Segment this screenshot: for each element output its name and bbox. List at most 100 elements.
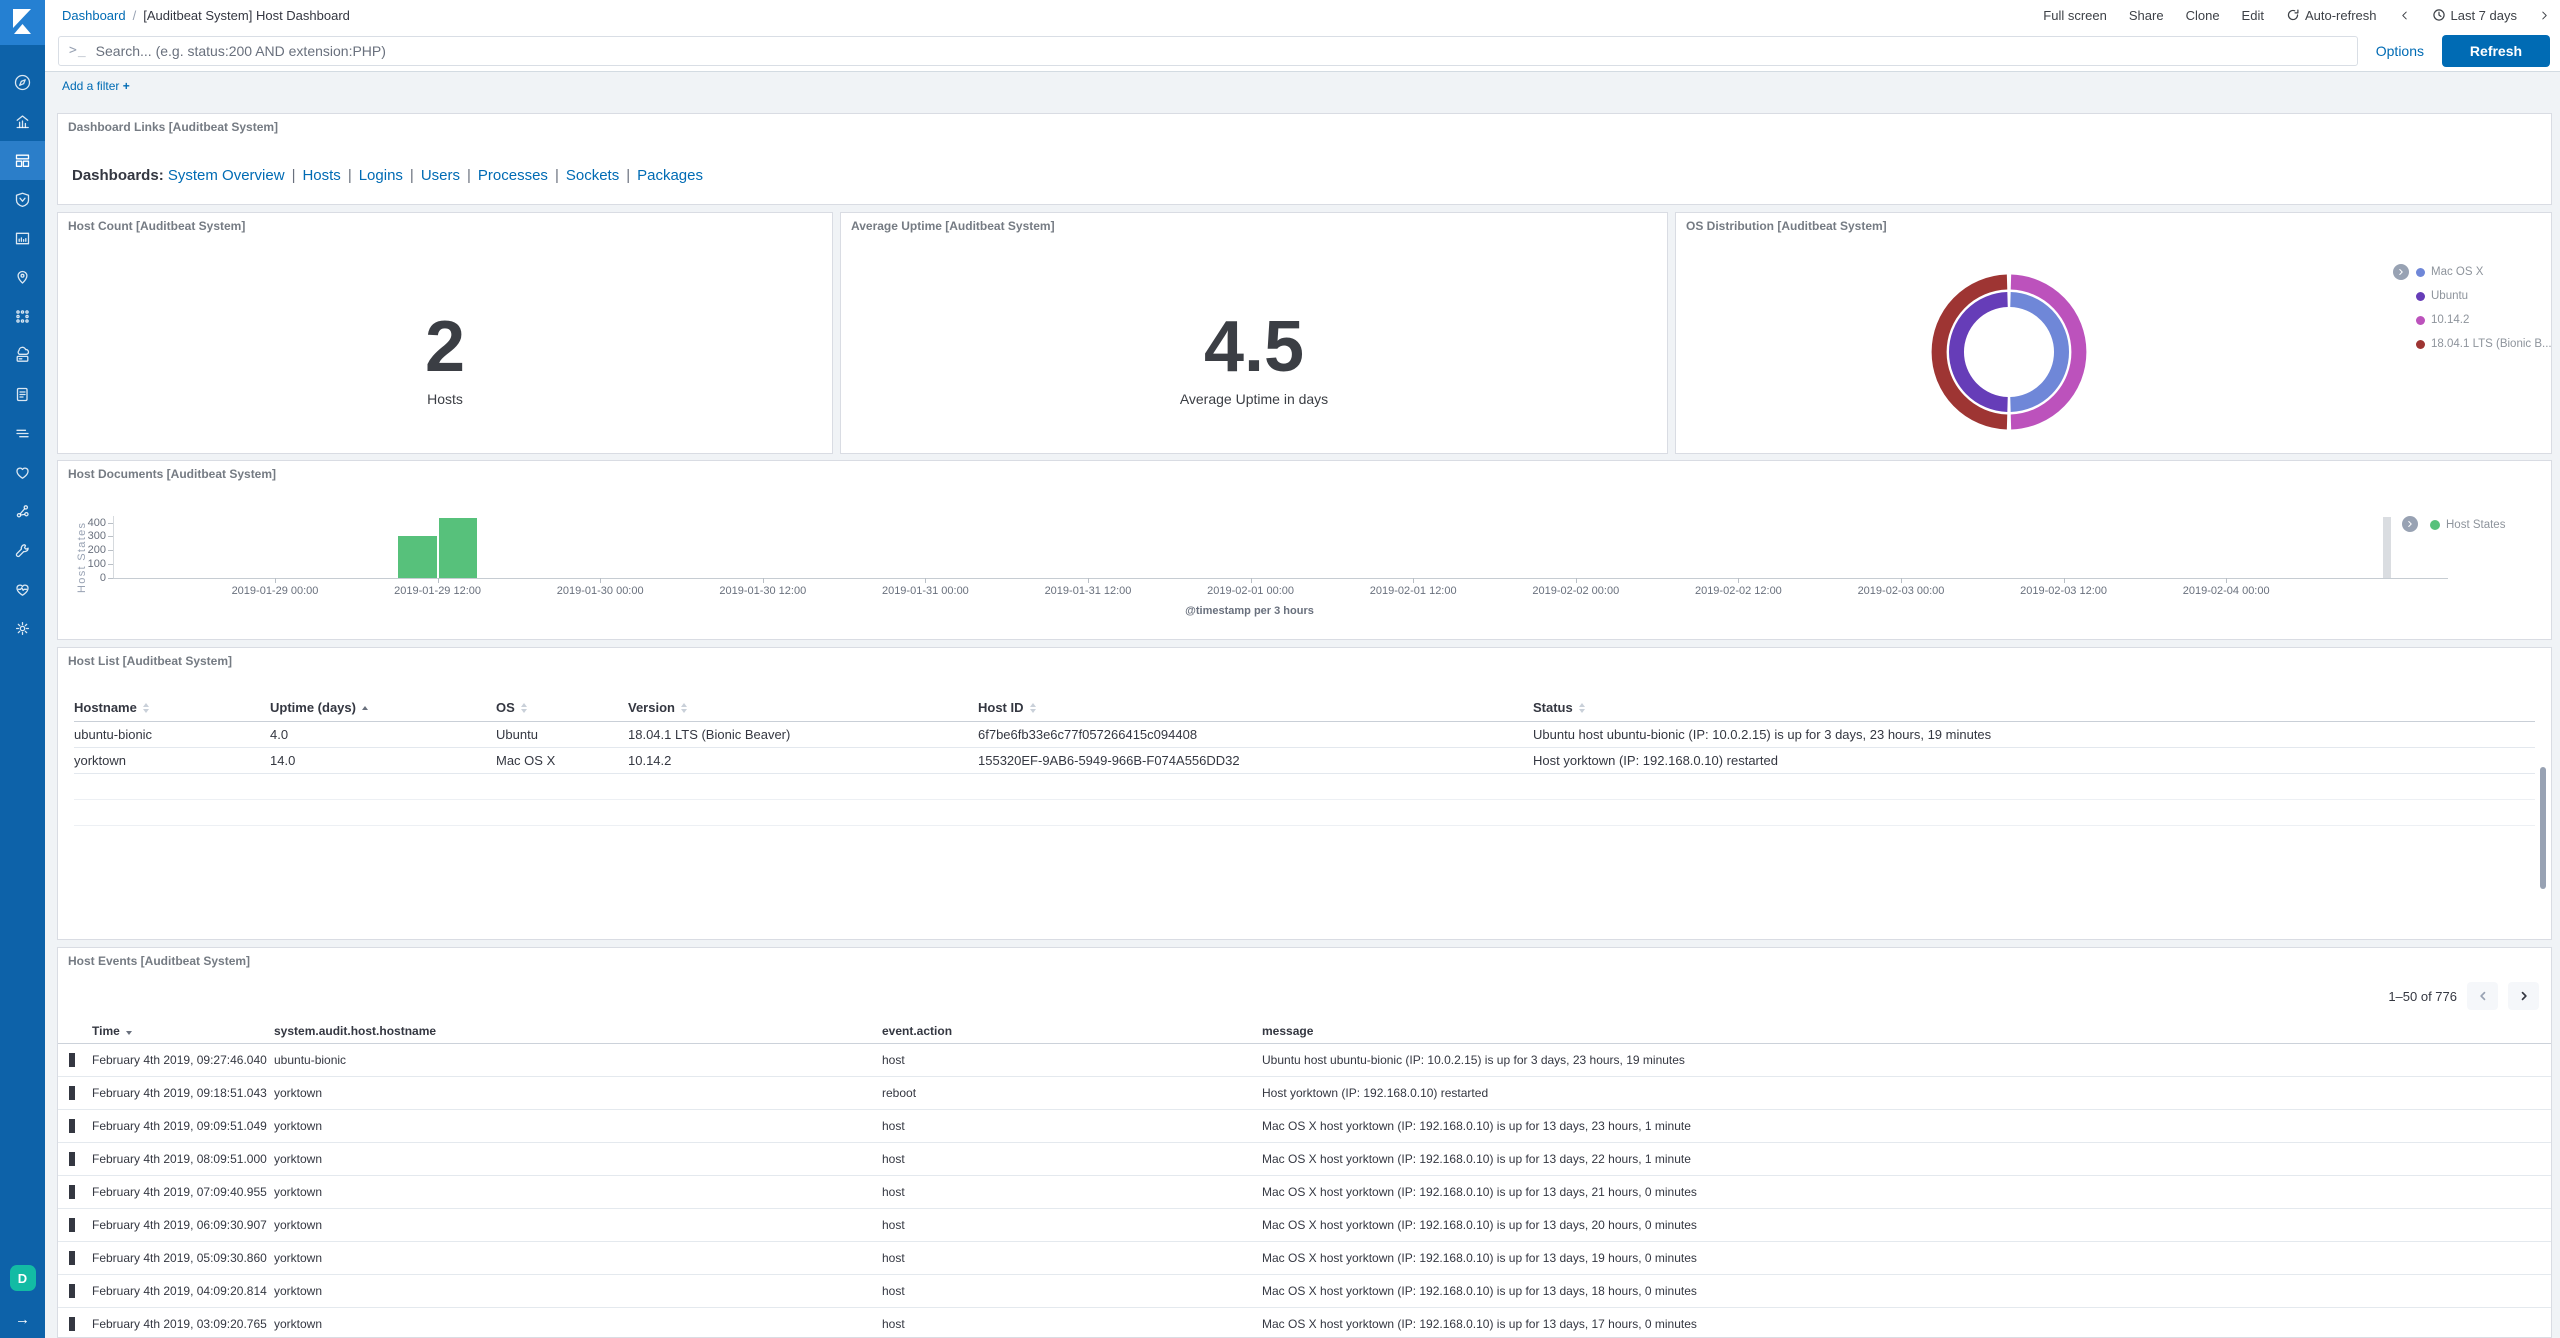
table-row: February 4th 2019, 07:09:40.955 yorktown…	[58, 1176, 2551, 1209]
search-input[interactable]	[96, 43, 2347, 59]
avg-uptime-value: 4.5	[841, 311, 1667, 383]
add-filter-link[interactable]: Add a filter +	[62, 79, 130, 93]
column-header-time[interactable]: Time	[92, 1024, 274, 1038]
table-row[interactable]: ubuntu-bionic 4.0 Ubuntu 18.04.1 LTS (Bi…	[74, 722, 2535, 748]
link-separator: |	[410, 167, 414, 184]
top-menu-item[interactable]: Share	[2129, 8, 2164, 23]
expand-row-icon[interactable]	[69, 1119, 75, 1133]
expand-row-icon[interactable]	[69, 1284, 75, 1298]
sidebar-item-infrastructure[interactable]	[0, 336, 45, 375]
sidebar-item-maps[interactable]	[0, 258, 45, 297]
column-header[interactable]: Host ID	[978, 700, 1533, 715]
column-header-message[interactable]: message	[1262, 1024, 2551, 1038]
sidebar-item-management[interactable]	[0, 609, 45, 648]
donut-slice-Mac OS X[interactable]	[2010, 300, 2061, 405]
column-header-hostname[interactable]: system.audit.host.hostname	[274, 1024, 882, 1038]
os-distribution-donut-chart[interactable]	[1924, 267, 2094, 437]
legend-color-dot	[2416, 292, 2425, 301]
sidebar-item-discover[interactable]	[0, 63, 45, 102]
legend-item[interactable]: Ubuntu	[2416, 284, 2552, 308]
top-menu-item[interactable]: Clone	[2186, 8, 2220, 23]
column-header[interactable]: Status	[1533, 700, 2535, 715]
legend-item[interactable]: 18.04.1 LTS (Bionic B...	[2416, 332, 2552, 356]
column-header[interactable]: Uptime (days)	[270, 700, 496, 715]
donut-slice-Ubuntu[interactable]	[1956, 300, 2007, 405]
x-tick-mark	[1576, 578, 1577, 583]
cell-status: Host yorktown (IP: 192.168.0.10) restart…	[1533, 753, 2535, 768]
sidebar-item-apm[interactable]	[0, 414, 45, 453]
space-badge[interactable]: D	[10, 1265, 36, 1291]
cell-time: February 4th 2019, 05:09:30.860	[92, 1251, 274, 1265]
legend-label: 18.04.1 LTS (Bionic B...	[2431, 338, 2552, 350]
expand-row-icon[interactable]	[69, 1152, 75, 1166]
x-tick-label: 2019-02-01 12:00	[1333, 585, 1493, 597]
bar-2019-01-29 12:00[interactable]	[439, 518, 478, 578]
dashboard-link[interactable]: Processes	[478, 167, 548, 184]
top-menu-item[interactable]: Full screen	[2043, 8, 2107, 23]
sidebar-item-uptime[interactable]	[0, 453, 45, 492]
cell-action: host	[882, 1152, 1262, 1166]
previous-page-button[interactable]	[2467, 982, 2498, 1010]
expand-row-icon[interactable]	[69, 1053, 75, 1067]
kibana-logo[interactable]	[0, 0, 45, 45]
bar-2019-01-29 09:00[interactable]	[398, 536, 437, 578]
time-forward-button[interactable]	[2539, 9, 2550, 22]
dashboard-link[interactable]: Hosts	[302, 167, 340, 184]
refresh-button[interactable]: Refresh	[2442, 35, 2550, 67]
panel-scrollbar[interactable]	[2540, 767, 2546, 889]
auto-refresh-button[interactable]: Auto-refresh	[2286, 8, 2377, 23]
legend-item[interactable]: Mac OS X	[2416, 260, 2552, 284]
expand-sidebar-icon[interactable]: →	[15, 1311, 30, 1328]
cell-message: Mac OS X host yorktown (IP: 192.168.0.10…	[1262, 1251, 2551, 1265]
sidebar-item-logs[interactable]	[0, 375, 45, 414]
x-tick-mark	[925, 578, 926, 583]
time-picker-button[interactable]: Last 7 days	[2432, 8, 2518, 23]
expand-row-icon[interactable]	[69, 1218, 75, 1232]
table-row: February 4th 2019, 06:09:30.907 yorktown…	[58, 1209, 2551, 1242]
options-link[interactable]: Options	[2376, 43, 2424, 59]
legend-toggle-icon[interactable]	[2402, 516, 2418, 532]
top-menu-item[interactable]: Edit	[2242, 8, 2264, 23]
dashboard-link[interactable]: Logins	[359, 167, 403, 184]
legend-toggle-icon[interactable]	[2393, 264, 2409, 280]
panel-host-events: Host Events [Auditbeat System] 1–50 of 7…	[57, 947, 2552, 1338]
legend-item[interactable]: 10.14.2	[2416, 308, 2552, 332]
sidebar-item-visualize[interactable]	[0, 102, 45, 141]
search-box[interactable]: >_	[58, 36, 2358, 66]
column-header[interactable]: Hostname	[74, 700, 270, 715]
dashboard-link[interactable]: Packages	[637, 167, 703, 184]
sort-icon	[681, 703, 687, 713]
sidebar-item-graph[interactable]	[0, 492, 45, 531]
expand-row-icon[interactable]	[69, 1185, 75, 1199]
sidebar-item-monitoring[interactable]	[0, 570, 45, 609]
ml-dots-icon	[13, 307, 32, 326]
panel-os-distribution: OS Distribution [Auditbeat System] Mac O…	[1675, 212, 2552, 454]
panel-average-uptime: Average Uptime [Auditbeat System] 4.5 Av…	[840, 212, 1668, 454]
cell-os: Mac OS X	[496, 753, 628, 768]
sidebar-item-dev-tools[interactable]	[0, 531, 45, 570]
sidebar-item-dashboard[interactable]	[0, 141, 45, 180]
expand-row-icon[interactable]	[69, 1086, 75, 1100]
legend-item[interactable]: Host States	[2430, 517, 2505, 533]
time-back-button[interactable]	[2399, 9, 2410, 22]
cell-message: Mac OS X host yorktown (IP: 192.168.0.10…	[1262, 1218, 2551, 1232]
dashboard-link[interactable]: Sockets	[566, 167, 619, 184]
sidebar-item-canvas[interactable]	[0, 219, 45, 258]
panel-host-documents: Host Documents [Auditbeat System] Host S…	[57, 460, 2552, 640]
cell-hostname: yorktown	[274, 1185, 882, 1199]
dashboard-link[interactable]: Users	[421, 167, 460, 184]
column-header[interactable]: Version	[628, 700, 978, 715]
dashboard-link[interactable]: System Overview	[168, 167, 285, 184]
table-row[interactable]: yorktown 14.0 Mac OS X 10.14.2 155320EF-…	[74, 748, 2535, 774]
sidebar-item-machine-learning[interactable]	[0, 297, 45, 336]
sort-desc-icon	[126, 1031, 132, 1035]
sidebar-item-timelion[interactable]	[0, 180, 45, 219]
chart-scrollbar[interactable]	[2383, 517, 2391, 578]
breadcrumb-dashboard-link[interactable]: Dashboard	[62, 8, 126, 23]
expand-row-icon[interactable]	[69, 1251, 75, 1265]
column-header-action[interactable]: event.action	[882, 1024, 1262, 1038]
table-row: February 4th 2019, 09:27:46.040 ubuntu-b…	[58, 1044, 2551, 1077]
column-header[interactable]: OS	[496, 700, 628, 715]
next-page-button[interactable]	[2508, 982, 2539, 1010]
expand-row-icon[interactable]	[69, 1317, 75, 1331]
